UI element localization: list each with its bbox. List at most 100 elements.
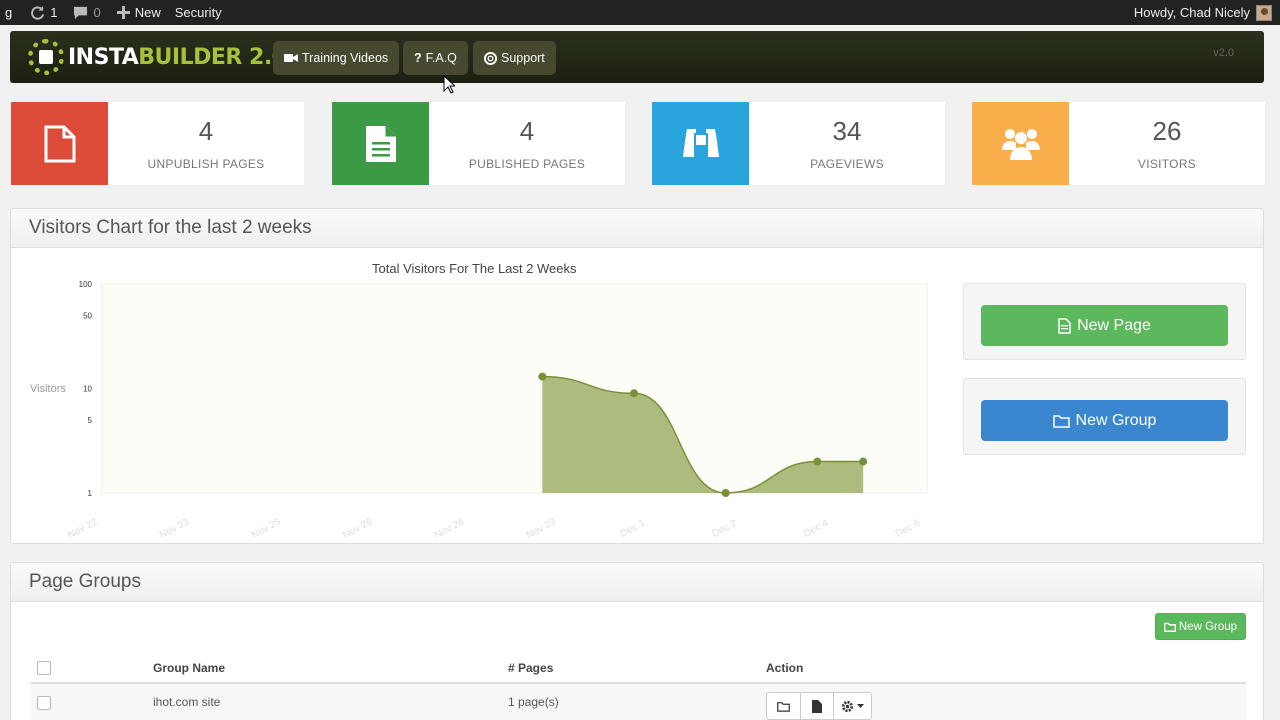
stat-card-visitors: 26 VISITORS	[972, 102, 1265, 185]
open-group-button[interactable]	[766, 692, 801, 720]
folder-icon	[1163, 622, 1176, 632]
file-text-icon	[365, 125, 396, 162]
y-tick-label: 10	[83, 385, 92, 394]
x-tick-label: Nov 22	[66, 516, 100, 541]
data-point	[859, 457, 868, 466]
x-tick-label: Nov 29	[525, 516, 559, 541]
site-name-label: g	[5, 5, 13, 20]
file-icon	[44, 125, 75, 162]
howdy-text: Howdy, Chad Nicely	[1133, 5, 1250, 20]
updates-link[interactable]: 1	[25, 0, 62, 25]
x-tick-label: Nov 23	[158, 516, 192, 541]
row-checkbox[interactable]	[37, 696, 51, 710]
column-header: # Pages	[508, 661, 554, 675]
comments-count: 0	[93, 5, 101, 20]
gear-icon	[841, 700, 854, 712]
new-page-button[interactable]: New Page	[981, 305, 1228, 346]
group-pages-button[interactable]	[800, 692, 834, 720]
group-settings-dropdown[interactable]	[833, 692, 872, 720]
groups-table-header: Group Name # Pages Action	[31, 650, 1246, 684]
y-tick-label: 5	[88, 416, 93, 425]
stat-label: PUBLISHED PAGES	[468, 157, 586, 171]
panel-title: Visitors Chart for the last 2 weeks	[11, 209, 1263, 248]
data-point	[538, 372, 547, 381]
security-label: Security	[174, 5, 222, 20]
instabuilder-logo: INSTABUILDER 2.0	[28, 39, 287, 75]
group-page-count: 1 page(s)	[508, 695, 559, 709]
gear-logo-icon	[28, 39, 64, 75]
version-label: v2.0	[1213, 47, 1234, 59]
stat-value: 4	[519, 116, 535, 146]
new-group-box: New Group	[963, 378, 1246, 455]
new-group-small-label: New Group	[1178, 620, 1238, 633]
stat-icon-box	[652, 102, 749, 185]
training-videos-label: Training Videos	[302, 51, 389, 65]
lifebuoy-icon	[484, 51, 497, 65]
caret-down-icon	[857, 704, 864, 708]
file-text-icon	[1058, 317, 1071, 334]
stat-label: PAGEVIEWS	[810, 157, 884, 171]
data-point	[813, 457, 822, 466]
x-tick-label: Dec 4	[802, 518, 831, 540]
select-all-checkbox[interactable]	[37, 661, 51, 675]
column-header: Action	[766, 661, 804, 675]
group-name: ihot.com site	[153, 695, 221, 709]
faq-label: F.A.Q	[425, 51, 457, 65]
folder-icon	[777, 701, 790, 712]
avatar	[1256, 4, 1272, 21]
x-tick-label: Nov 25	[250, 516, 284, 541]
y-tick-label: 1	[88, 489, 93, 498]
my-account[interactable]: Howdy, Chad Nicely	[1134, 0, 1280, 25]
stat-card-unpublished: 4 UNPUBLISH PAGES	[11, 102, 304, 185]
support-button[interactable]: Support	[473, 41, 556, 75]
new-page-box: New Page	[963, 283, 1246, 360]
binoculars-icon	[682, 128, 719, 157]
visitors-chart-panel: Visitors Chart for the last 2 weeks Tota…	[10, 208, 1264, 544]
faq-button[interactable]: ? F.A.Q	[403, 41, 468, 75]
new-label: New	[134, 5, 161, 20]
x-tick-label: Nov 28	[433, 516, 467, 541]
y-axis-label: Visitors	[30, 383, 66, 395]
data-point	[630, 389, 638, 398]
stat-icon-box	[972, 102, 1069, 185]
question-icon: ?	[414, 51, 422, 65]
data-point	[721, 489, 730, 497]
visitors-area-chart: 100 50 10 5 1 Visitors Nov 22 Nov 23 Nov 25 Nov 2…	[30, 280, 928, 541]
plus-icon	[116, 6, 130, 19]
x-tick-label: Dec 2	[710, 518, 739, 540]
mouse-cursor-icon	[443, 75, 455, 94]
site-name-link[interactable]: g	[0, 0, 17, 25]
table-row: ihot.com site 1 page(s)	[31, 684, 1246, 720]
new-group-button[interactable]: New Group	[981, 400, 1228, 441]
video-camera-icon	[284, 54, 298, 62]
refresh-icon	[31, 5, 45, 20]
folder-icon	[1052, 414, 1070, 428]
stat-value: 34	[832, 116, 862, 146]
column-header: Group Name	[153, 661, 226, 675]
training-videos-button[interactable]: Training Videos	[273, 41, 400, 75]
stat-label: UNPUBLISH PAGES	[147, 157, 265, 171]
updates-count: 1	[50, 5, 58, 20]
file-icon	[812, 699, 822, 713]
x-tick-label: Dec 6	[894, 518, 923, 540]
new-page-label: New Page	[1077, 316, 1151, 334]
comments-link[interactable]: 0	[68, 0, 105, 25]
y-tick-label: 100	[79, 280, 93, 289]
new-group-small-button[interactable]: New Group	[1155, 613, 1246, 640]
plot-area	[101, 283, 928, 494]
page-groups-panel: Page Groups New Group Group Name # Pages…	[10, 562, 1264, 720]
instabuilder-header: INSTABUILDER 2.0 Training Videos ? F.A.Q…	[10, 31, 1264, 83]
x-tick-label: Dec 1	[619, 518, 648, 540]
stat-value: 26	[1152, 116, 1182, 146]
logo-text-builder: BUILDER 2.0	[138, 44, 287, 70]
stat-card-pageviews: 34 PAGEVIEWS	[652, 102, 945, 185]
new-content-link[interactable]: New	[112, 0, 166, 25]
stat-value: 4	[198, 116, 214, 146]
users-icon	[1001, 128, 1040, 160]
new-group-label: New Group	[1075, 411, 1157, 429]
stat-card-published: 4 PUBLISHED PAGES	[332, 102, 625, 185]
stat-label: VISITORS	[1137, 157, 1197, 171]
security-link[interactable]: Security	[170, 0, 227, 25]
stat-icon-box	[332, 102, 429, 185]
y-tick-label: 50	[83, 311, 92, 320]
